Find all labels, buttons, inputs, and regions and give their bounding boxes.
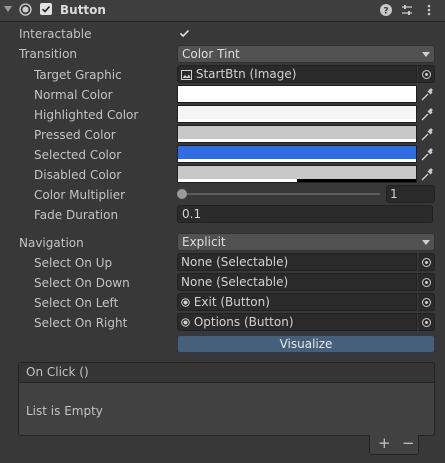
interactable-label: Interactable [19,27,92,41]
component-title: Button [60,3,106,17]
select-on-right-picker-button[interactable] [417,313,435,331]
disabled-color-swatch[interactable] [177,165,417,183]
selected-color-label: Selected Color [34,148,122,162]
alpha-bar [178,139,416,142]
highlighted-color-label: Highlighted Color [34,108,139,122]
object-picker-icon [422,258,431,267]
color-multiplier-input[interactable]: 1 [386,185,435,203]
eyedropper-icon[interactable] [419,145,435,163]
target-graphic-picker-button[interactable] [417,65,435,83]
button-component-icon [181,318,190,327]
on-click-footer: + − [369,434,419,455]
pressed-color-swatch[interactable] [177,125,417,143]
select-on-left-value: Exit (Button) [193,295,270,309]
target-graphic-label: Target Graphic [34,68,122,82]
alpha-bar [178,159,416,162]
select-on-right-value: Options (Button) [193,315,294,329]
alpha-bar [178,179,297,182]
color-multiplier-slider-handle[interactable] [177,189,187,199]
select-on-up-label: Select On Up [34,256,113,270]
eyedropper-icon[interactable] [419,85,435,103]
svg-text:?: ? [383,7,388,17]
transition-value: Color Tint [182,47,240,61]
foldout-arrow-icon[interactable] [4,6,12,12]
on-click-title: On Click () [26,365,89,379]
select-on-up-picker-button[interactable] [417,253,435,271]
visualize-toggle-button[interactable]: Visualize [177,335,435,353]
select-on-down-value: None (Selectable) [181,275,289,289]
navigation-dropdown[interactable]: Explicit [177,233,435,251]
eyedropper-icon[interactable] [419,105,435,123]
component-header: Button ? [0,0,445,22]
normal-color-swatch[interactable] [177,85,417,103]
color-multiplier-slider-track[interactable] [182,193,380,195]
fade-duration-input[interactable]: 0.1 [177,205,433,223]
disabled-color-label: Disabled Color [34,168,122,182]
pressed-color-label: Pressed Color [34,128,116,142]
select-on-left-field[interactable]: Exit (Button) [177,293,417,311]
transition-label: Transition [19,47,78,61]
chevron-down-icon [422,240,430,245]
remove-listener-button[interactable]: − [402,434,415,452]
select-on-left-label: Select On Left [34,296,119,310]
eyedropper-icon[interactable] [419,165,435,183]
navigation-label: Navigation [19,236,84,250]
color-multiplier-label: Color Multiplier [34,188,126,202]
presets-icon[interactable] [400,3,414,17]
select-on-down-label: Select On Down [34,276,130,290]
alpha-bar [178,99,416,102]
select-on-down-picker-button[interactable] [417,273,435,291]
image-icon [181,69,192,80]
select-on-right-label: Select On Right [34,316,128,330]
help-icon[interactable]: ? [379,3,393,17]
checkmark-icon [179,29,190,38]
chevron-down-icon [422,52,430,57]
object-picker-icon [422,298,431,307]
select-on-left-picker-button[interactable] [417,293,435,311]
component-icon [19,3,32,16]
object-picker-icon [422,70,431,79]
component-enabled-checkbox[interactable] [40,3,52,15]
fade-duration-label: Fade Duration [34,208,119,222]
button-component-icon [181,298,190,307]
select-on-down-field[interactable]: None (Selectable) [177,273,417,291]
add-listener-button[interactable]: + [378,434,391,452]
transition-dropdown[interactable]: Color Tint [177,45,435,63]
navigation-value: Explicit [182,235,226,249]
normal-color-label: Normal Color [34,88,113,102]
eyedropper-icon[interactable] [419,125,435,143]
select-on-right-field[interactable]: Options (Button) [177,313,417,331]
select-on-up-value: None (Selectable) [181,255,289,269]
alpha-bar [178,119,416,122]
target-graphic-value: StartBtn (Image) [195,67,297,81]
more-options-icon[interactable] [422,3,436,17]
target-graphic-field[interactable]: StartBtn (Image) [177,65,417,83]
select-on-up-field[interactable]: None (Selectable) [177,253,417,271]
on-click-header: On Click () [19,363,434,383]
interactable-checkbox[interactable] [178,27,191,40]
object-picker-icon [422,278,431,287]
on-click-event-box: On Click () List is Empty [18,362,435,436]
checkmark-icon [41,5,51,13]
highlighted-color-swatch[interactable] [177,105,417,123]
object-picker-icon [422,318,431,327]
selected-color-swatch[interactable] [177,145,417,163]
list-empty-text: List is Empty [26,404,103,418]
